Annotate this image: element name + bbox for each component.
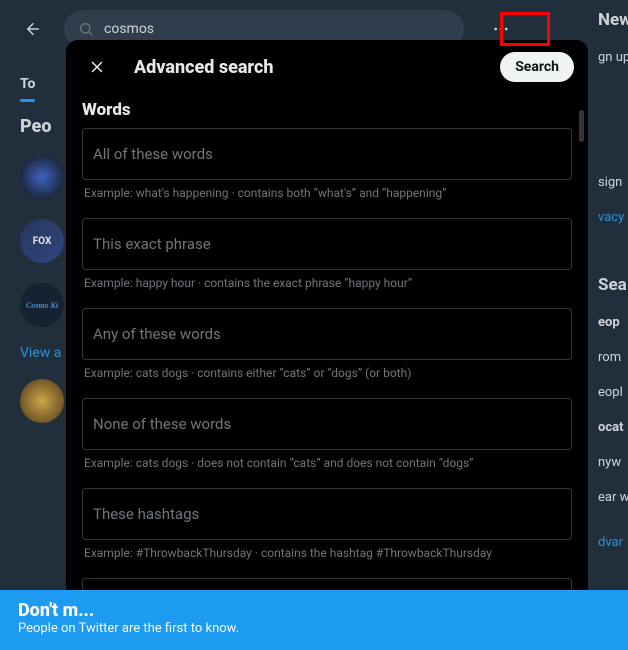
banner-subtitle: People on Twitter are the first to know. <box>18 621 610 636</box>
scrollbar[interactable] <box>579 110 584 142</box>
none-of-these-words-input[interactable]: None of these words <box>82 398 572 450</box>
highlight-annotation <box>500 12 550 46</box>
all-of-these-words-input[interactable]: All of these words <box>82 128 572 180</box>
close-icon <box>88 58 106 76</box>
banner-title: Don't m... <box>18 600 610 621</box>
modal-title: Advanced search <box>134 57 480 78</box>
modal-backdrop[interactable]: Advanced search Search Words All of thes… <box>0 0 628 650</box>
advanced-search-modal: Advanced search Search Words All of thes… <box>66 40 588 610</box>
these-hashtags-input[interactable]: These hashtags <box>82 488 572 540</box>
this-exact-phrase-hint: Example: happy hour · contains the exact… <box>82 270 572 304</box>
any-of-these-words-hint: Example: cats dogs · contains either “ca… <box>82 360 572 394</box>
this-exact-phrase-input[interactable]: This exact phrase <box>82 218 572 270</box>
words-section-heading: Words <box>82 100 572 120</box>
signup-banner: Don't m... People on Twitter are the fir… <box>0 590 628 650</box>
these-hashtags-hint: Example: #ThrowbackThursday · contains t… <box>82 540 572 574</box>
none-of-these-words-hint: Example: cats dogs · does not contain “c… <box>82 450 572 484</box>
search-button[interactable]: Search <box>500 52 574 82</box>
all-of-these-words-hint: Example: what's happening · contains bot… <box>82 180 572 214</box>
any-of-these-words-input[interactable]: Any of these words <box>82 308 572 360</box>
close-button[interactable] <box>80 50 114 84</box>
